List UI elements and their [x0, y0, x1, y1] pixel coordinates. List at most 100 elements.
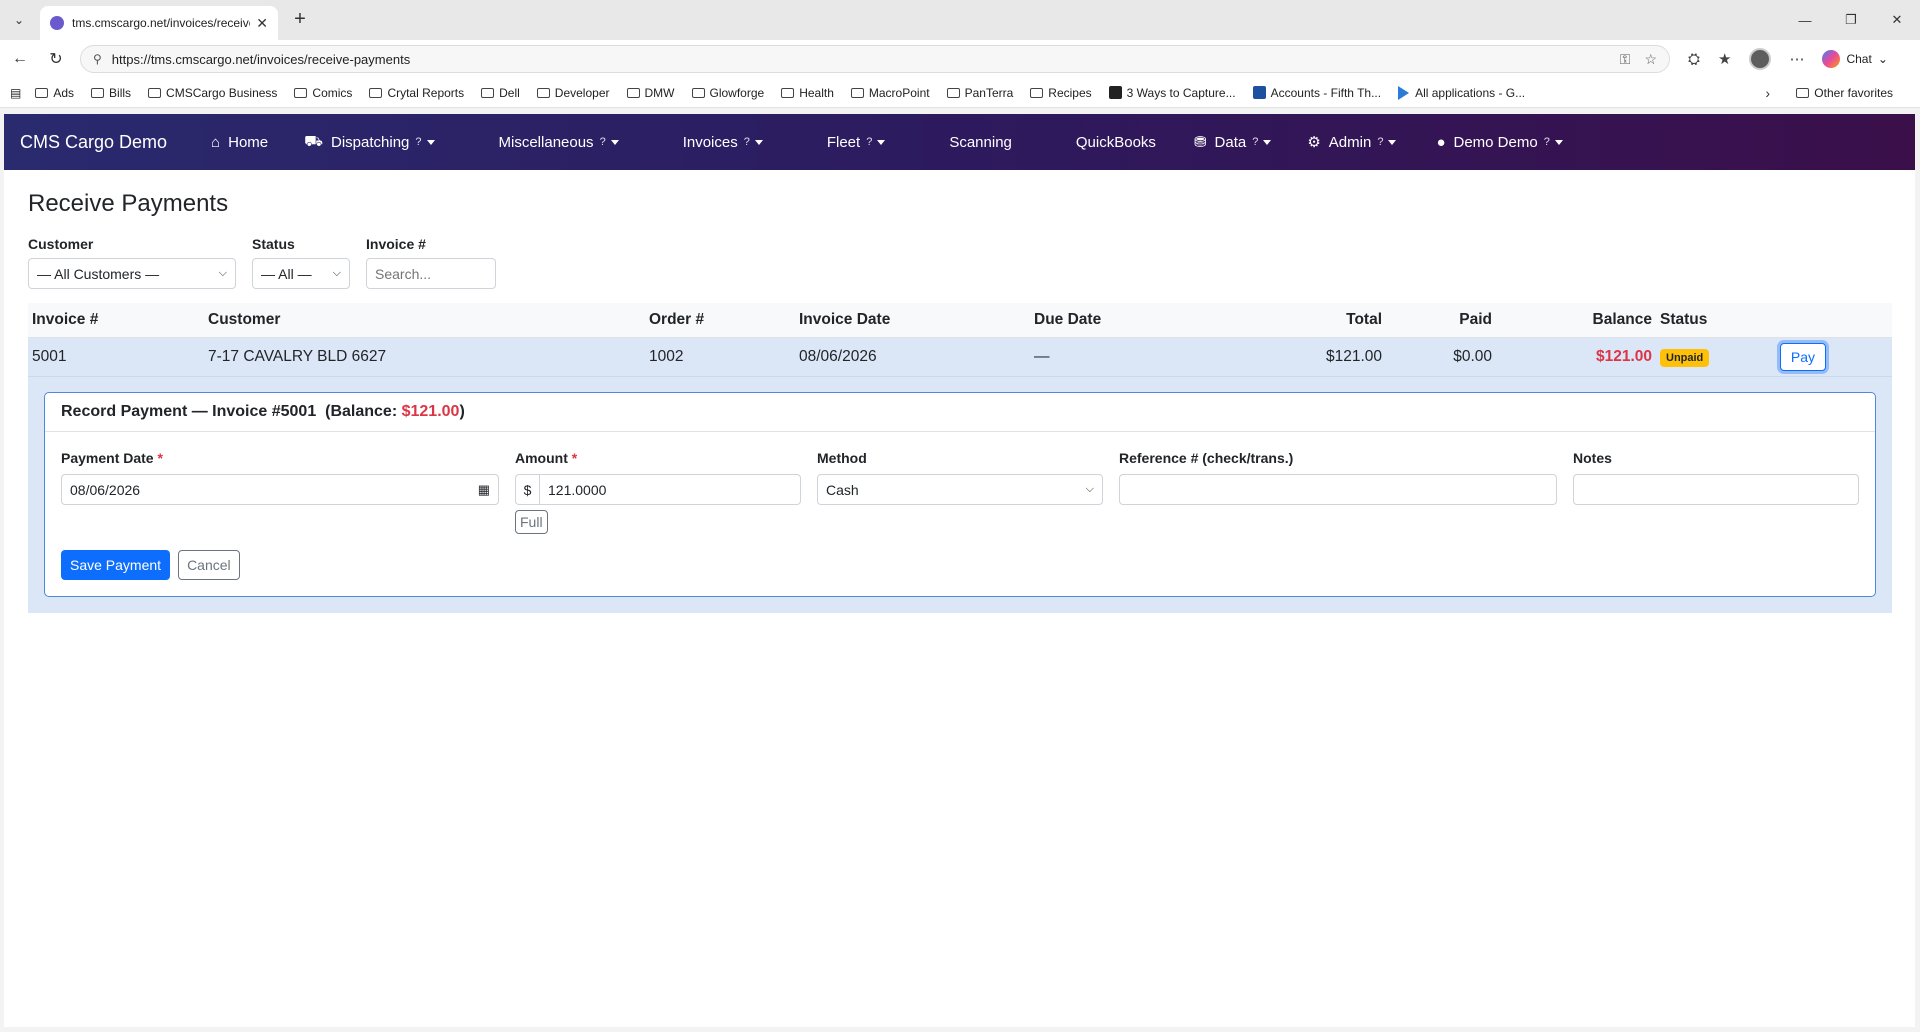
full-amount-button[interactable]: Full [515, 510, 548, 534]
chevron-down-icon: ⌵ [218, 267, 227, 279]
bookmark-item[interactable]: Recipes [1030, 86, 1092, 100]
caret-down-icon [877, 139, 886, 145]
reference-group: Reference # (check/trans.) [1119, 450, 1557, 534]
minimize-icon[interactable]: — [1782, 0, 1828, 40]
save-payment-button[interactable]: Save Payment [61, 550, 171, 580]
bookmark-item[interactable]: Dell [481, 86, 520, 100]
folder-icon [369, 87, 383, 98]
tab-favicon-icon [50, 16, 64, 30]
bookmark-item[interactable]: Glowforge [691, 86, 764, 100]
amount-input[interactable]: 121.0000 [539, 474, 801, 505]
user-icon: ● [1436, 133, 1446, 151]
method-group: Method Cash ⌵ [817, 450, 1103, 534]
pay-button[interactable]: Pay [1779, 343, 1826, 371]
invoice-search-input[interactable] [366, 258, 496, 289]
database-icon: ⛃ [1193, 134, 1207, 151]
bookmark-item[interactable]: MacroPoint [850, 86, 930, 100]
bookmark-item[interactable]: Comics [294, 86, 352, 100]
cancel-button[interactable]: Cancel [178, 550, 240, 580]
nav-scanning[interactable]: Scanning [949, 134, 1012, 151]
close-window-icon[interactable]: ✕ [1874, 0, 1920, 40]
bookmark-item[interactable]: CMSCargo Business [148, 86, 277, 100]
extensions-icon[interactable]: ⛭ [1688, 51, 1700, 68]
folder-icon [626, 87, 640, 98]
help-mark: ? [866, 136, 873, 148]
notes-input[interactable] [1573, 474, 1859, 505]
cell-invoice: 5001 [28, 337, 204, 377]
tab-search-icon[interactable]: ⌄ [8, 10, 30, 30]
calendar-icon[interactable]: ▦ [478, 482, 490, 498]
bookmark-apps-icon[interactable]: ▤ [10, 86, 21, 100]
key-icon[interactable]: ⚿ [1620, 51, 1631, 68]
address-bar: ← ↻ ⚲ https://tms.cmscargo.net/invoices/… [0, 40, 1920, 78]
reference-input[interactable] [1119, 474, 1557, 505]
url-field[interactable]: ⚲ https://tms.cmscargo.net/invoices/rece… [80, 45, 1670, 73]
other-favorites[interactable]: Other favorites [1796, 86, 1893, 100]
nav-fleet[interactable]: Fleet ? [827, 134, 886, 151]
cell-invoice-date: 08/06/2026 [795, 337, 1030, 377]
new-tab-icon[interactable]: + [288, 8, 312, 31]
cell-customer: 7-17 CAVALRY BLD 6627 [204, 337, 645, 377]
favorite-star-icon[interactable]: ☆ [1644, 51, 1657, 68]
bookmark-item[interactable]: Health [781, 86, 834, 100]
bookmark-item[interactable]: All applications - G... [1398, 85, 1525, 100]
col-order: Order # [645, 303, 795, 338]
caret-down-icon [1263, 139, 1272, 145]
browser-tab[interactable]: tms.cmscargo.net/invoices/receive- ✕ [40, 6, 278, 40]
bookmark-item[interactable]: 3 Ways to Capture... [1108, 86, 1236, 100]
page-title: Receive Payments [28, 190, 229, 217]
refresh-icon[interactable]: ↻ [44, 47, 68, 71]
help-mark: ? [1252, 136, 1259, 148]
method-select[interactable]: Cash ⌵ [817, 474, 1103, 505]
amount-group: Amount * $ 121.0000 Full [515, 450, 801, 534]
more-icon[interactable]: ⋯ [1789, 50, 1804, 68]
cell-paid: $0.00 [1386, 337, 1496, 377]
window-controls: — ❐ ✕ [1782, 0, 1920, 40]
back-icon[interactable]: ← [8, 47, 32, 71]
table-header-row: Invoice # Customer Order # Invoice Date … [28, 303, 1892, 338]
payment-date-input[interactable]: 08/06/2026 ▦ [61, 474, 499, 505]
brand-link[interactable]: CMS Cargo Demo [20, 132, 167, 153]
bookmark-item[interactable]: DMW [626, 86, 675, 100]
nav-dispatching[interactable]: ⛟ Dispatching ? [304, 132, 435, 152]
nav-home[interactable]: ⌂ Home [211, 134, 268, 151]
chevron-right-icon[interactable]: › [1765, 85, 1770, 101]
col-status: Status [1656, 303, 1734, 338]
cell-balance: $121.00 [1496, 337, 1656, 377]
invoice-filter-label: Invoice # [366, 236, 426, 252]
bookmark-item[interactable]: Bills [91, 86, 131, 100]
nav-quickbooks[interactable]: QuickBooks [1076, 134, 1156, 151]
customer-select[interactable]: — All Customers — ⌵ [28, 258, 236, 289]
bookmark-item[interactable]: Ads [35, 86, 74, 100]
folder-icon [536, 87, 550, 98]
profile-avatar[interactable] [1749, 48, 1772, 70]
chat-button[interactable]: Chat ⌄ [1822, 50, 1888, 68]
status-select[interactable]: — All — ⌵ [252, 258, 350, 289]
help-mark: ? [415, 136, 422, 148]
tab-close-icon[interactable]: ✕ [256, 15, 268, 32]
nav-admin[interactable]: ⚙ Admin ? [1307, 133, 1397, 151]
site-info-icon[interactable]: ⚲ [93, 52, 102, 66]
bookmark-item[interactable]: PanTerra [946, 86, 1013, 100]
record-payment-card: Record Payment — Invoice #5001 (Balance:… [44, 392, 1876, 597]
app-navbar: CMS Cargo Demo ⌂ Home ⛟ Dispatching ? Mi… [4, 114, 1915, 170]
nav-user[interactable]: ● Demo Demo ? [1436, 133, 1563, 151]
folder-icon [148, 87, 162, 98]
nav-data[interactable]: ⛃ Data ? [1193, 133, 1272, 151]
caret-down-icon [610, 139, 619, 145]
help-mark: ? [1543, 136, 1550, 148]
restore-icon[interactable]: ❐ [1828, 0, 1874, 40]
customer-filter-label: Customer [28, 236, 94, 252]
truck-icon: ⛟ [304, 132, 323, 150]
nav-miscellaneous[interactable]: Miscellaneous ? [499, 134, 619, 151]
payment-cell: Record Payment — Invoice #5001 (Balance:… [28, 376, 1892, 613]
filters-row: Customer — All Customers — ⌵ Status — Al… [28, 236, 1891, 289]
required-mark: * [157, 450, 163, 466]
bookmark-item[interactable]: Accounts - Fifth Th... [1252, 86, 1381, 100]
bookmark-item[interactable]: Crytal Reports [369, 86, 464, 100]
bookmark-item[interactable]: Developer [536, 86, 610, 100]
nav-invoices[interactable]: Invoices ? [683, 134, 763, 151]
cell-status: Unpaid [1656, 337, 1734, 377]
cell-order: 1002 [645, 337, 795, 377]
favorites-icon[interactable]: ★ [1718, 50, 1731, 68]
